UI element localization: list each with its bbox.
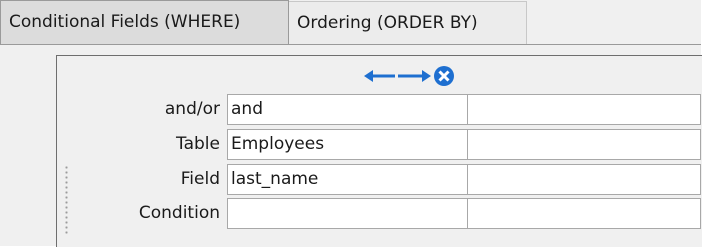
cell-condition[interactable] [227, 198, 468, 229]
row-label-condition: Condition [138, 203, 220, 223]
row-label-and-or: and/or [164, 99, 220, 119]
arrow-left-icon[interactable] [364, 65, 396, 87]
row-label-table: Table [176, 134, 220, 154]
remove-circle-icon[interactable] [434, 66, 454, 86]
tab-bar: Conditional Fields (WHERE) Ordering (ORD… [0, 0, 701, 44]
cell-table[interactable]: Employees [227, 129, 468, 160]
cell-field[interactable]: last_name [227, 164, 468, 195]
tab-ordering[interactable]: Ordering (ORDER BY) [289, 1, 527, 44]
cell-condition-2[interactable] [467, 198, 701, 229]
cell-table-2[interactable] [467, 129, 701, 160]
tab-conditional-fields[interactable]: Conditional Fields (WHERE) [0, 0, 289, 44]
cell-and-or-2[interactable] [467, 94, 701, 125]
arrow-right-icon[interactable] [398, 65, 431, 87]
row-label-field: Field [180, 169, 220, 189]
cell-field-2[interactable] [467, 164, 701, 195]
column-toolbar [364, 65, 474, 87]
cell-and-or[interactable]: and [227, 94, 468, 125]
